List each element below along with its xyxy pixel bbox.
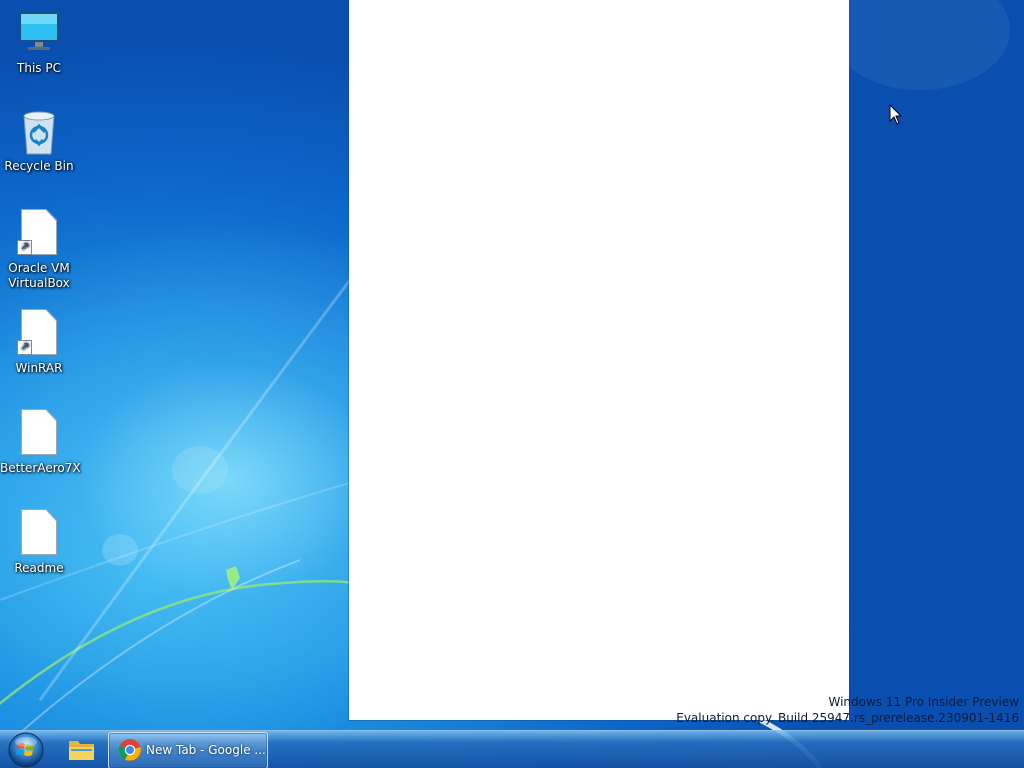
windows-orb-icon [8, 732, 44, 768]
chrome-icon [118, 739, 141, 761]
taskbar: New Tab - Google ... [0, 730, 1024, 768]
document-shortcut-icon: ↗ [15, 209, 63, 258]
shortcut-arrow-icon: ↗ [17, 240, 32, 255]
monitor-icon [15, 10, 63, 58]
desktop-icon-label: This PC [17, 61, 61, 75]
mouse-cursor-icon [889, 104, 903, 125]
desktop-icon-recycle-bin[interactable]: Recycle Bin [0, 108, 78, 174]
taskbar-window-chrome[interactable]: New Tab - Google ... [108, 732, 268, 768]
desktop-icon-label: Readme [14, 561, 64, 575]
desktop-icon-oracle-vm-virtualbox[interactable]: ↗ Oracle VM VirtualBox [0, 209, 78, 291]
taskbar-file-explorer[interactable] [58, 732, 104, 768]
start-button[interactable] [7, 732, 45, 768]
document-shortcut-icon: ↗ [15, 309, 63, 358]
desktop-icon-readme[interactable]: Readme [0, 509, 78, 576]
desktop-icon-betteraero7x[interactable]: BetterAero7X [0, 409, 81, 476]
folder-icon [69, 741, 94, 760]
desktop: This PC Recycle Bin ↗ Oracle VM VirtualB… [0, 0, 1024, 768]
desktop-icon-label: Oracle VM VirtualBox [8, 261, 70, 290]
watermark-line-2: Evaluation copy. Build 25947.rs_prerelea… [676, 711, 1019, 725]
shortcut-arrow-icon: ↗ [17, 340, 32, 355]
document-icon [15, 409, 63, 458]
desktop-icon-this-pc[interactable]: This PC [0, 10, 78, 76]
desktop-icon-label: Recycle Bin [4, 159, 74, 173]
recycle-bin-icon [15, 108, 63, 156]
watermark-line-1: Windows 11 Pro Insider Preview [828, 695, 1019, 709]
taskbar-window-label: New Tab - Google ... [146, 743, 266, 757]
desktop-icon-label: BetterAero7X [0, 461, 81, 475]
desktop-icon-label: WinRAR [15, 361, 63, 375]
desktop-icon-winrar[interactable]: ↗ WinRAR [0, 309, 78, 376]
blank-window[interactable] [349, 0, 849, 720]
document-icon [15, 509, 63, 558]
